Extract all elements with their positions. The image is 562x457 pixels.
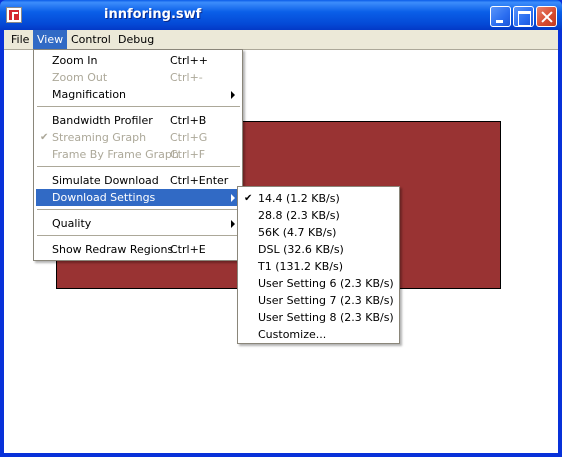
menu-separator — [37, 235, 240, 237]
submenu-arrow-icon — [231, 194, 235, 202]
view-menu: Zoom In Ctrl++ Zoom Out Ctrl+- Magnifica… — [33, 49, 243, 261]
menu-view[interactable]: View — [33, 30, 68, 49]
menu-item-show-redraw-regions[interactable]: Show Redraw Regions Ctrl+E — [36, 241, 241, 258]
menu-separator — [37, 166, 240, 168]
menu-item-56k[interactable]: 56K (4.7 KB/s) — [240, 224, 398, 241]
maximize-button[interactable] — [513, 6, 534, 27]
submenu-arrow-icon — [231, 91, 235, 99]
minimize-button[interactable] — [490, 6, 511, 27]
check-icon: ✔ — [244, 193, 253, 204]
menu-bar: File View Control Debug — [4, 30, 558, 49]
close-button[interactable] — [536, 6, 557, 27]
menu-item-28-8[interactable]: 28.8 (2.3 KB/s) — [240, 207, 398, 224]
menu-item-frame-by-frame-graph: Frame By Frame Graph Ctrl+F — [52, 148, 206, 161]
menu-item-bandwidth-profiler[interactable]: Bandwidth Profiler Ctrl+B — [36, 112, 241, 129]
menu-item-user-setting-8[interactable]: User Setting 8 (2.3 KB/s) — [240, 309, 398, 326]
app-window: innforing.swf File View Control Debug Zo… — [0, 0, 562, 457]
menu-item-zoom-out: Zoom Out Ctrl+- — [52, 71, 203, 84]
menu-item-user-setting-7[interactable]: User Setting 7 (2.3 KB/s) — [240, 292, 398, 309]
check-icon: ✔ — [40, 132, 49, 143]
menu-item-zoom-in[interactable]: Zoom In Ctrl++ — [36, 52, 241, 69]
menu-item-14-4[interactable]: ✔ 14.4 (1.2 KB/s) — [240, 190, 398, 207]
menu-item-user-setting-6[interactable]: User Setting 6 (2.3 KB/s) — [240, 275, 398, 292]
title-bar[interactable]: innforing.swf — [0, 0, 562, 30]
menu-item-customize[interactable]: Customize... — [240, 326, 398, 343]
submenu-arrow-icon — [231, 220, 235, 228]
menu-item-magnification[interactable]: Magnification — [36, 86, 241, 103]
menu-debug[interactable]: Debug — [114, 30, 158, 49]
window-title: innforing.swf — [104, 7, 202, 22]
menu-item-download-settings[interactable]: Download Settings — [36, 189, 241, 206]
menu-item-quality[interactable]: Quality — [36, 215, 241, 232]
download-settings-menu: ✔ 14.4 (1.2 KB/s) 28.8 (2.3 KB/s) 56K (4… — [237, 186, 400, 344]
menu-separator — [37, 106, 240, 108]
menu-item-simulate-download[interactable]: Simulate Download Ctrl+Enter — [36, 172, 241, 189]
menu-file[interactable]: File — [7, 30, 33, 49]
menu-item-t1[interactable]: T1 (131.2 KB/s) — [240, 258, 398, 275]
flash-player-icon[interactable] — [6, 7, 22, 23]
menu-separator — [37, 209, 240, 211]
menu-item-dsl[interactable]: DSL (32.6 KB/s) — [240, 241, 398, 258]
menu-control[interactable]: Control — [67, 30, 115, 49]
menu-item-streaming-graph: ✔ Streaming Graph Ctrl+G — [40, 131, 208, 144]
